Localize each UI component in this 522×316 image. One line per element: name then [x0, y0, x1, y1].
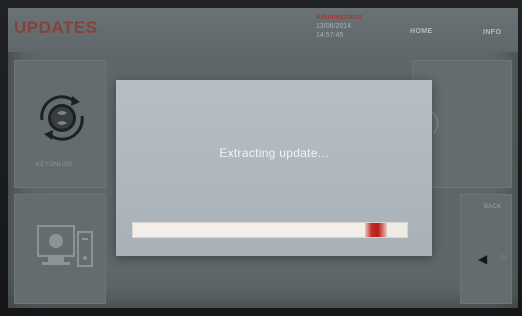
progress-indicator [365, 223, 387, 237]
progress-bar [132, 222, 408, 238]
progress-dialog: Extracting update... [116, 80, 432, 256]
progress-message: Extracting update... [219, 146, 329, 160]
device-bezel: UPDATES Administrator 13/06/2014 14:57:4… [0, 0, 522, 316]
progress-fill [133, 223, 365, 237]
screen: UPDATES Administrator 13/06/2014 14:57:4… [8, 8, 518, 308]
